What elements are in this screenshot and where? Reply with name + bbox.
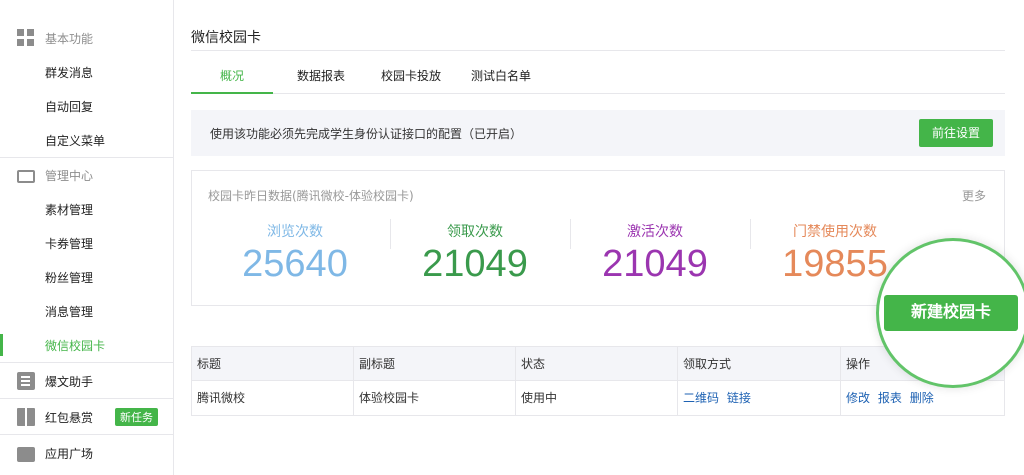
delete-link[interactable]: 删除 (910, 391, 934, 405)
tab-bar: 概况 数据报表 校园卡投放 测试白名单 (191, 60, 1005, 94)
table-cell-status: 使用中 (516, 381, 678, 415)
title-divider (191, 50, 1005, 51)
table-header-cell: 标题 (192, 347, 354, 381)
url-link[interactable]: 链接 (727, 391, 751, 405)
sidebar-divider (0, 362, 174, 363)
sidebar-item-messages[interactable]: 消息管理 (0, 294, 174, 328)
table-header-cell: 领取方式 (678, 347, 841, 381)
sidebar-item-mass-message[interactable]: 群发消息 (0, 55, 174, 89)
sidebar-item-custom-menu[interactable]: 自定义菜单 (0, 123, 174, 157)
new-task-badge: 新任务 (115, 408, 159, 426)
table-cell-actions: 修改 报表 删除 (841, 381, 1004, 415)
go-settings-button[interactable]: 前往设置 (919, 119, 993, 147)
campus-card-table: 标题 副标题 状态 领取方式 操作 腾讯微校 体验校园卡 使用中 二维码 链接 … (191, 346, 1005, 416)
sidebar-item-fans[interactable]: 粉丝管理 (0, 260, 174, 294)
sidebar-divider (0, 398, 174, 399)
stat-views: 浏览次数 25640 (200, 221, 390, 286)
stat-activations: 激活次数 21049 (560, 221, 750, 286)
stat-value: 21049 (602, 243, 708, 285)
sidebar-group-basic[interactable]: 基本功能 (0, 21, 174, 55)
stats-title: 校园卡昨日数据(腾讯微校-体验校园卡) (208, 189, 414, 203)
sidebar-group-label: 应用广场 (45, 446, 94, 461)
sidebar-group-label: 基本功能 (45, 31, 94, 46)
table-header-row: 标题 副标题 状态 领取方式 操作 (192, 347, 1004, 381)
table-cell-subtitle: 体验校园卡 (354, 381, 516, 415)
bag-icon (17, 447, 35, 462)
stat-receives: 领取次数 21049 (380, 221, 570, 286)
sidebar-group-label: 爆文助手 (45, 374, 94, 389)
report-link[interactable]: 报表 (878, 391, 902, 405)
sidebar-group-viral-helper[interactable]: 爆文助手 (0, 364, 174, 398)
table-row: 腾讯微校 体验校园卡 使用中 二维码 链接 修改 报表 删除 (192, 381, 1004, 415)
tab-data-report[interactable]: 数据报表 (285, 60, 357, 94)
table-cell-title: 腾讯微校 (192, 381, 354, 415)
stat-value: 21049 (422, 243, 528, 285)
table-cell-methods: 二维码 链接 (678, 381, 841, 415)
table-header-cell: 副标题 (354, 347, 516, 381)
stat-label: 浏览次数 (267, 224, 323, 240)
tab-test-whitelist[interactable]: 测试白名单 (459, 60, 543, 94)
sidebar-group-label: 管理中心 (45, 168, 94, 183)
tab-card-delivery[interactable]: 校园卡投放 (369, 60, 453, 94)
document-icon (17, 372, 35, 390)
notice-bar: 使用该功能必须先完成学生身份认证接口的配置（已开启） 前往设置 (191, 110, 1005, 156)
sidebar-group-label: 红包悬赏 (45, 410, 94, 425)
sidebar-divider (0, 434, 174, 435)
notice-text: 使用该功能必须先完成学生身份认证接口的配置（已开启） (210, 127, 523, 141)
stat-value: 25640 (242, 243, 348, 285)
stats-more-link[interactable]: 更多 (962, 187, 986, 204)
grid-icon (17, 29, 35, 47)
stat-label: 门禁使用次数 (793, 224, 877, 240)
table-header-cell: 状态 (516, 347, 678, 381)
page-title: 微信校园卡 (191, 30, 261, 46)
edit-link[interactable]: 修改 (846, 391, 870, 405)
gift-icon (17, 408, 35, 426)
new-campus-card-button[interactable]: 新建校园卡 (884, 295, 1018, 331)
stat-label: 领取次数 (447, 224, 503, 240)
qrcode-link[interactable]: 二维码 (683, 391, 719, 405)
sidebar-item-campus-card[interactable]: 微信校园卡 (0, 328, 174, 362)
sidebar-item-coupons[interactable]: 卡券管理 (0, 226, 174, 260)
tab-overview[interactable]: 概况 (191, 60, 273, 94)
sidebar-item-materials[interactable]: 素材管理 (0, 192, 174, 226)
sidebar: 基本功能 群发消息 自动回复 自定义菜单 管理中心 素材管理 卡券管理 粉丝管理… (0, 0, 174, 475)
sidebar-group-app-market[interactable]: 应用广场 (0, 436, 174, 470)
tray-icon (17, 170, 35, 183)
sidebar-item-auto-reply[interactable]: 自动回复 (0, 89, 174, 123)
sidebar-group-red-packet[interactable]: 红包悬赏 新任务 (0, 400, 174, 434)
sidebar-group-manage[interactable]: 管理中心 (0, 158, 174, 192)
stat-label: 激活次数 (627, 224, 683, 240)
